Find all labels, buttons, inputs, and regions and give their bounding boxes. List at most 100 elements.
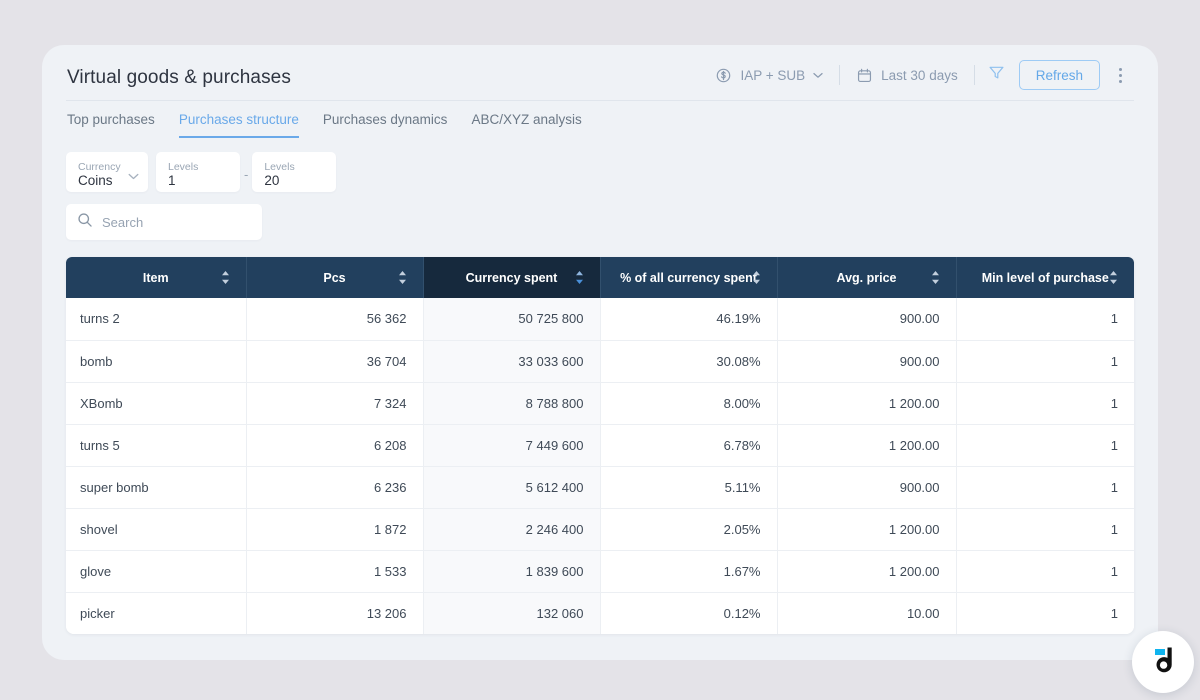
table-header-row: Item Pcs Currency spent % of all currenc… (66, 257, 1134, 298)
currency-select[interactable]: Currency Coins (66, 152, 148, 192)
cell-item: turns 5 (66, 424, 247, 467)
table-row[interactable]: bomb 36 704 33 033 600 30.08% 900.00 1 (66, 340, 1134, 383)
search-icon (77, 212, 93, 233)
dashboard-card: Virtual goods & purchases IAP + SUB Last… (42, 45, 1158, 660)
currency-select-value: Coins (78, 172, 113, 188)
calendar-icon (856, 67, 873, 84)
table-body: turns 2 56 362 50 725 800 46.19% 900.00 1 bom… (66, 298, 1134, 634)
currency-select-label: Currency (78, 160, 121, 173)
product-filter-dropdown[interactable]: IAP + SUB (705, 59, 833, 91)
cell-pcs: 36 704 (246, 340, 424, 383)
page-title: Virtual goods & purchases (67, 66, 291, 88)
header-toolbar: IAP + SUB Last 30 days Refresh (705, 57, 1134, 93)
date-range-filter[interactable]: Last 30 days (846, 59, 968, 91)
funnel-icon (987, 63, 1006, 87)
sort-icon[interactable] (931, 271, 940, 284)
kebab-dot (1118, 79, 1122, 83)
tab-purchases-dynamics[interactable]: Purchases dynamics (311, 102, 460, 138)
cell-item: glove (66, 550, 247, 593)
cell-avg-price: 1 200.00 (777, 550, 957, 593)
cell-item: XBomb (66, 382, 247, 425)
level-to-input[interactable]: Levels 20 (252, 152, 337, 192)
cell-currency-spent: 7 449 600 (423, 424, 601, 467)
more-options-button[interactable] (1106, 60, 1134, 90)
refresh-button[interactable]: Refresh (1018, 60, 1100, 90)
table-row[interactable]: turns 56 208 7 449 600 6.78% 1 200.00 1 (66, 424, 1134, 467)
filter-button[interactable] (981, 59, 1013, 91)
cell-min-level: 1 (956, 592, 1134, 634)
cell-pct: 0.12% (600, 592, 778, 634)
cell-currency-spent: 1 839 600 (423, 550, 601, 593)
cell-currency-spent: 33 033 600 (423, 340, 601, 383)
cell-currency-spent: 5 612 400 (423, 466, 601, 509)
cell-pct: 5.11% (600, 466, 778, 509)
toolbar-divider-1 (839, 65, 841, 85)
table-row[interactable]: turns 2 56 362 50 725 800 46.19% 900.00 1 (66, 298, 1134, 341)
dollar-circle-icon (715, 67, 732, 84)
search-box[interactable] (66, 204, 262, 240)
cell-item: shovel (66, 508, 247, 551)
level-to-value: 20 (264, 172, 280, 188)
cell-min-level: 1 (956, 340, 1134, 383)
cell-avg-price: 10.00 (777, 592, 957, 634)
kebab-dot (1118, 67, 1122, 71)
tab-abc-xyz-analysis[interactable]: ABC/XYZ analysis (459, 102, 593, 138)
cell-item: picker (66, 592, 247, 634)
range-separator: - (244, 166, 249, 182)
column-header-item[interactable]: Item (66, 257, 247, 298)
toolbar-divider-2 (973, 65, 975, 85)
cell-min-level: 1 (956, 550, 1134, 593)
sort-icon[interactable] (752, 271, 761, 284)
sort-icon[interactable] (1109, 271, 1118, 284)
table-row[interactable]: XBomb 7 324 8 788 800 8.00% 1 200.00 1 (66, 382, 1134, 425)
cell-pct: 6.78% (600, 424, 778, 467)
level-from-input[interactable]: Levels 1 (156, 152, 240, 192)
cell-pcs: 13 206 (246, 592, 424, 634)
column-header-pct-of-all-currency-spent[interactable]: % of all currency spent (600, 257, 778, 298)
table-row[interactable]: shovel 1 872 2 246 400 2.05% 1 200.00 1 (66, 508, 1134, 551)
tab-bar: Top purchases Purchases structure Purcha… (66, 100, 1134, 138)
sort-icon[interactable] (398, 271, 407, 284)
cell-pcs: 7 324 (246, 382, 424, 425)
cell-avg-price: 1 200.00 (777, 424, 957, 467)
sort-icon-active[interactable] (575, 271, 584, 284)
column-header-avg-price[interactable]: Avg. price (777, 257, 957, 298)
level-to-label: Levels (264, 160, 295, 173)
cell-avg-price: 900.00 (777, 298, 957, 341)
cell-currency-spent: 2 246 400 (423, 508, 601, 551)
column-label: Pcs (323, 270, 346, 285)
kebab-dot (1118, 73, 1122, 77)
cell-currency-spent: 132 060 (423, 592, 601, 634)
date-range-label: Last 30 days (881, 67, 958, 83)
search-input[interactable] (102, 214, 251, 230)
column-header-pcs[interactable]: Pcs (246, 257, 424, 298)
tab-purchases-structure[interactable]: Purchases structure (167, 102, 311, 138)
column-header-currency-spent[interactable]: Currency spent (423, 257, 601, 298)
cell-item: turns 2 (66, 298, 247, 341)
cell-item: super bomb (66, 466, 247, 509)
cell-avg-price: 1 200.00 (777, 508, 957, 551)
chat-widget-button[interactable] (1132, 631, 1194, 693)
cell-pcs: 1 533 (246, 550, 424, 593)
cell-pcs: 6 236 (246, 466, 424, 509)
table-row[interactable]: picker 13 206 132 060 0.12% 10.00 1 (66, 592, 1134, 634)
cell-item: bomb (66, 340, 247, 383)
level-from-value: 1 (168, 172, 176, 188)
cell-currency-spent: 50 725 800 (423, 298, 601, 341)
cell-min-level: 1 (956, 424, 1134, 467)
cell-pct: 2.05% (600, 508, 778, 551)
column-label: % of all currency spent (620, 270, 757, 285)
tab-top-purchases[interactable]: Top purchases (66, 102, 167, 138)
cell-pct: 46.19% (600, 298, 778, 341)
sort-icon[interactable] (221, 271, 230, 284)
cell-pct: 8.00% (600, 382, 778, 425)
table-row[interactable]: glove 1 533 1 839 600 1.67% 1 200.00 1 (66, 550, 1134, 593)
column-label: Currency spent (465, 270, 558, 285)
cell-min-level: 1 (956, 466, 1134, 509)
cell-pct: 30.08% (600, 340, 778, 383)
column-header-min-level-of-purchase[interactable]: Min level of purchase (956, 257, 1134, 298)
table-row[interactable]: super bomb 6 236 5 612 400 5.11% 900.00 1 (66, 466, 1134, 509)
filter-bar: Currency Coins Levels 1 - Levels 20 (66, 152, 1134, 192)
cell-pct: 1.67% (600, 550, 778, 593)
devtodev-logo-icon (1146, 643, 1180, 682)
